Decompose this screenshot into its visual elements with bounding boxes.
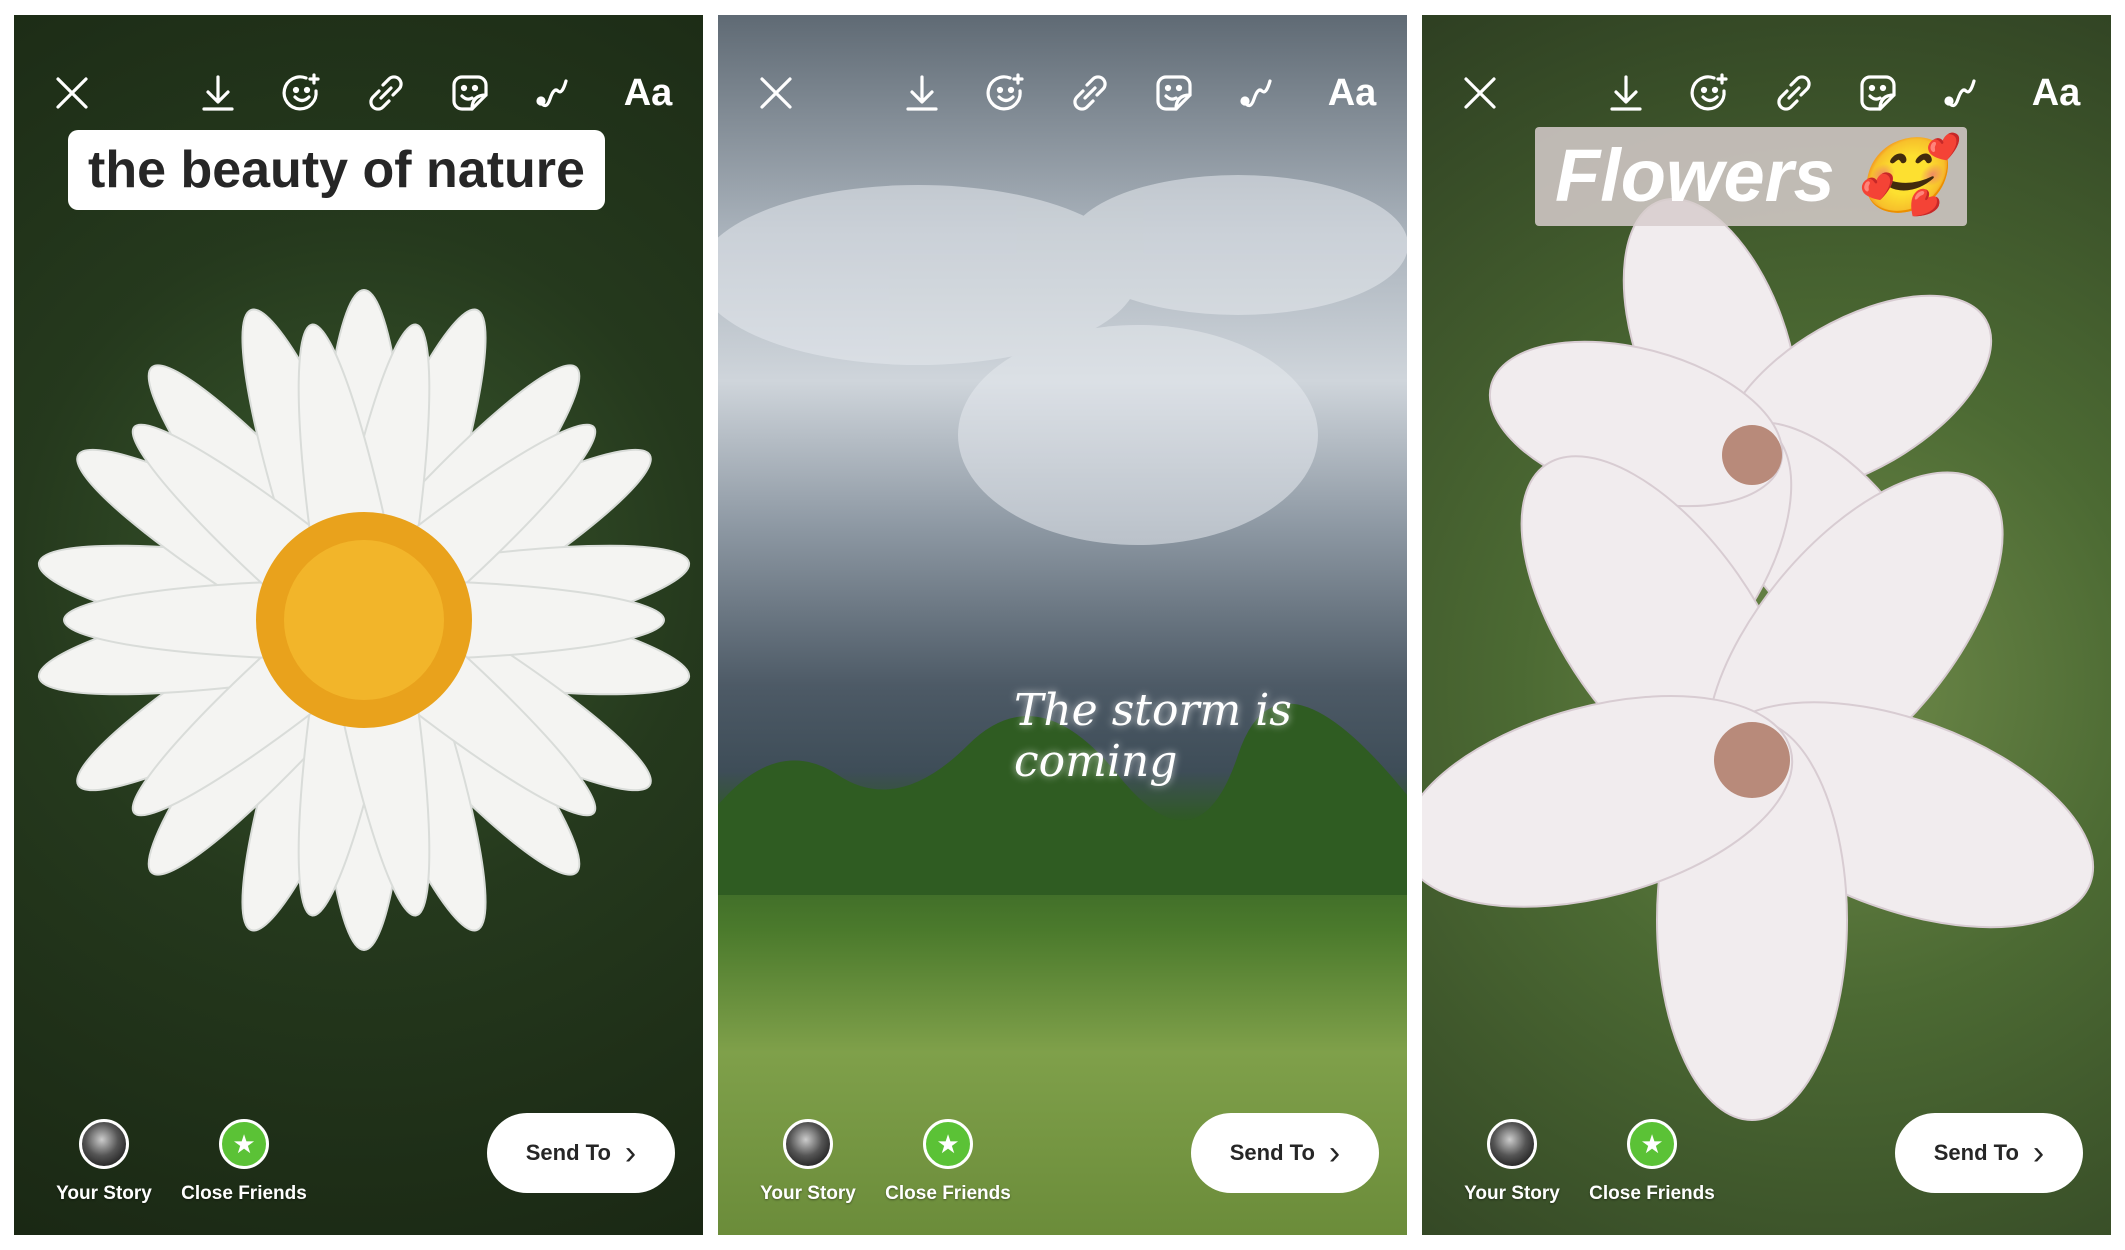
sticker-button[interactable] <box>1146 65 1202 121</box>
avatar <box>79 1119 129 1169</box>
sticker-icon <box>1860 75 1896 111</box>
close-icon <box>760 77 792 109</box>
close-button[interactable] <box>1452 65 1508 121</box>
story-panel-2: Aa The storm is coming Your Story ★ Close… <box>718 15 1407 1235</box>
download-icon <box>906 75 938 111</box>
your-story-button[interactable]: Your Story <box>738 1119 878 1205</box>
close-friends-button[interactable]: ★ Close Friends <box>1582 1119 1722 1205</box>
your-story-button[interactable]: Your Story <box>34 1119 174 1205</box>
story-caption[interactable]: the beauty of nature <box>68 130 605 210</box>
close-friends-label: Close Friends <box>1589 1183 1715 1204</box>
chevron-right-icon: › <box>1328 1134 1341 1172</box>
storm-field-photo <box>718 175 1407 895</box>
download-icon <box>1610 75 1642 111</box>
link-button[interactable] <box>358 65 414 121</box>
your-story-label: Your Story <box>760 1183 856 1204</box>
story-panel-3: Aa Flowers 🥰 Your Story ★ Close Friends S… <box>1422 15 2111 1235</box>
face-effects-button[interactable] <box>978 65 1034 121</box>
download-button[interactable] <box>894 65 950 121</box>
text-button[interactable]: Aa <box>610 65 686 121</box>
face-effects-button[interactable] <box>1682 65 1738 121</box>
send-to-label: Send To <box>1229 1140 1315 1165</box>
download-button[interactable] <box>190 65 246 121</box>
close-friends-label: Close Friends <box>181 1183 307 1204</box>
send-to-button[interactable]: Send To › <box>487 1113 675 1193</box>
download-button[interactable] <box>1598 65 1654 121</box>
text-button[interactable]: Aa <box>2018 65 2094 121</box>
close-friends-label: Close Friends <box>885 1183 1011 1204</box>
face-effects-icon <box>986 73 1024 111</box>
star-icon: ★ <box>923 1119 973 1169</box>
avatar <box>783 1119 833 1169</box>
link-icon <box>1073 75 1107 111</box>
chevron-right-icon: › <box>2032 1134 2045 1172</box>
close-button[interactable] <box>44 65 100 121</box>
send-to-label: Send To <box>525 1140 611 1165</box>
your-story-button[interactable]: Your Story <box>1442 1119 1582 1205</box>
story-caption[interactable]: The storm is coming <box>1014 685 1407 787</box>
close-friends-button[interactable]: ★ Close Friends <box>878 1119 1018 1205</box>
draw-button[interactable] <box>526 65 582 121</box>
close-friends-button[interactable]: ★ Close Friends <box>174 1119 314 1205</box>
link-button[interactable] <box>1766 65 1822 121</box>
chevron-right-icon: › <box>624 1134 637 1172</box>
send-to-button[interactable]: Send To › <box>1895 1113 2083 1193</box>
link-icon <box>1777 75 1811 111</box>
sticker-icon <box>452 75 488 111</box>
draw-icon <box>1240 79 1272 108</box>
face-effects-icon <box>1690 73 1728 111</box>
sticker-button[interactable] <box>1850 65 1906 121</box>
link-button[interactable] <box>1062 65 1118 121</box>
face-effects-button[interactable] <box>274 65 330 121</box>
close-button[interactable] <box>748 65 804 121</box>
avatar <box>1487 1119 1537 1169</box>
close-icon <box>1464 77 1496 109</box>
draw-icon <box>536 79 568 108</box>
caption-text: Flowers <box>1555 134 1835 217</box>
draw-button[interactable] <box>1230 65 1286 121</box>
draw-icon <box>1944 79 1976 108</box>
send-to-label: Send To <box>1933 1140 2019 1165</box>
download-icon <box>202 75 234 111</box>
draw-button[interactable] <box>1934 65 1990 121</box>
close-icon <box>56 77 88 109</box>
your-story-label: Your Story <box>1464 1183 1560 1204</box>
star-icon: ★ <box>1627 1119 1677 1169</box>
sticker-icon <box>1156 75 1192 111</box>
story-panel-1: Aa the beauty of nature Your Story ★ Clos… <box>14 15 703 1235</box>
smiling-hearts-emoji: 🥰 <box>1855 134 1948 217</box>
link-icon <box>369 75 403 111</box>
face-effects-icon <box>282 73 320 111</box>
send-to-button[interactable]: Send To › <box>1191 1113 1379 1193</box>
story-caption[interactable]: Flowers 🥰 <box>1535 127 1968 226</box>
sticker-button[interactable] <box>442 65 498 121</box>
your-story-label: Your Story <box>56 1183 152 1204</box>
text-button[interactable]: Aa <box>1314 65 1390 121</box>
star-icon: ★ <box>219 1119 269 1169</box>
